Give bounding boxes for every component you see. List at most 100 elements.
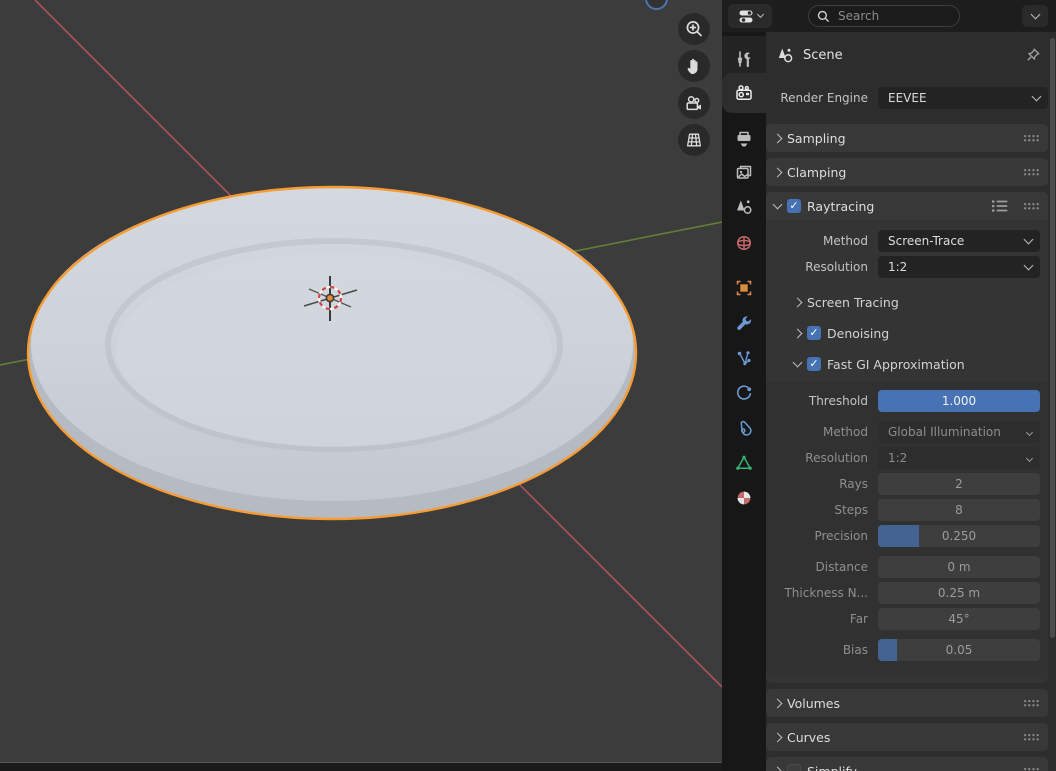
rays-row: Rays 2 bbox=[766, 473, 1040, 495]
panel-simplify: Simplify bbox=[766, 757, 1048, 771]
clamping-panel-header[interactable]: Clamping bbox=[766, 158, 1048, 186]
tab-modifier-properties[interactable] bbox=[722, 308, 766, 338]
viewport-gizmo-buttons bbox=[678, 13, 710, 156]
tab-material-properties[interactable] bbox=[722, 483, 766, 513]
camera-view-button[interactable] bbox=[678, 87, 710, 119]
constraint-properties-icon bbox=[734, 418, 754, 438]
method-row: Method Screen-Trace bbox=[766, 230, 1040, 252]
chevron-down-icon bbox=[1024, 261, 1034, 271]
volumes-panel-header[interactable]: Volumes bbox=[766, 689, 1048, 717]
pan-button[interactable] bbox=[678, 50, 710, 82]
tab-world-properties[interactable] bbox=[722, 228, 766, 258]
camera-view-icon bbox=[683, 92, 705, 114]
viewport-scene bbox=[0, 0, 722, 771]
fast-gi-checkbox[interactable]: ✓ bbox=[807, 357, 821, 371]
panel-raytracing: ✓ Raytracing bbox=[766, 192, 1048, 683]
panel-volumes: Volumes bbox=[766, 689, 1048, 717]
tab-object-properties[interactable] bbox=[722, 273, 766, 303]
sampling-panel-header[interactable]: Sampling bbox=[766, 124, 1048, 152]
simplify-checkbox[interactable] bbox=[787, 764, 801, 771]
properties-tab-strip bbox=[722, 32, 766, 771]
tab-output-properties[interactable] bbox=[722, 124, 766, 154]
tab-view-layer-properties[interactable] bbox=[722, 158, 766, 188]
raytracing-panel-body: Method Screen-Trace Resolution 1:2 bbox=[766, 220, 1048, 683]
raytracing-checkbox[interactable]: ✓ bbox=[787, 199, 801, 213]
tab-scene-properties[interactable] bbox=[722, 192, 766, 222]
simplify-panel-header[interactable]: Simplify bbox=[766, 757, 1048, 771]
panel-list: Sampling Clamping bbox=[766, 124, 1056, 771]
object-data-properties-icon bbox=[734, 453, 754, 473]
denoising-subpanel-header[interactable]: ✓ Denoising bbox=[766, 321, 1048, 345]
grid-ortho-icon bbox=[683, 129, 705, 151]
properties-scrollbar[interactable] bbox=[1050, 38, 1055, 638]
particle-properties-icon bbox=[734, 348, 754, 368]
chevron-right-icon bbox=[773, 698, 783, 708]
properties-content: Scene Render Engine EEVEE bbox=[766, 32, 1056, 771]
chevron-down-icon bbox=[793, 358, 803, 368]
render-engine-row: Render Engine EEVEE bbox=[766, 86, 1048, 110]
rays-field[interactable]: 2 bbox=[878, 473, 1040, 495]
chevron-down-icon bbox=[773, 200, 783, 210]
plate-object[interactable] bbox=[28, 187, 636, 519]
chevron-right-icon bbox=[773, 732, 783, 742]
gi-method-row: Method Global Illumination bbox=[766, 421, 1040, 443]
drag-handle-icon[interactable] bbox=[1023, 202, 1040, 211]
tab-tool-properties[interactable] bbox=[722, 44, 766, 74]
gi-method-select[interactable]: Global Illumination bbox=[878, 421, 1040, 443]
chevron-right-icon bbox=[773, 133, 783, 143]
gi-resolution-select[interactable]: 1:2 bbox=[878, 447, 1040, 469]
bias-slider[interactable]: 0.05 bbox=[878, 639, 1040, 661]
distance-field[interactable]: 0 m bbox=[878, 556, 1040, 578]
render-properties-icon bbox=[734, 83, 754, 103]
editor-divider[interactable] bbox=[0, 762, 722, 771]
render-engine-label: Render Engine bbox=[766, 91, 878, 105]
3d-viewport[interactable] bbox=[0, 0, 722, 771]
drag-handle-icon[interactable] bbox=[1023, 699, 1040, 708]
fast-gi-subpanel-header[interactable]: ✓ Fast GI Approximation bbox=[766, 352, 1048, 376]
drag-handle-icon[interactable] bbox=[1023, 168, 1040, 177]
chevron-down-icon bbox=[756, 11, 763, 18]
chevron-down-icon bbox=[1024, 235, 1034, 245]
denoising-checkbox[interactable]: ✓ bbox=[807, 326, 821, 340]
toggle-ortho-button[interactable] bbox=[678, 124, 710, 156]
search-input[interactable] bbox=[836, 8, 951, 24]
panel-sampling: Sampling bbox=[766, 124, 1048, 152]
render-engine-select[interactable]: EEVEE bbox=[878, 87, 1048, 109]
far-row: Far 45° bbox=[766, 608, 1040, 630]
thickness-row: Thickness N... 0.25 m bbox=[766, 582, 1040, 604]
precision-slider[interactable]: 0.250 bbox=[878, 525, 1040, 547]
pin-icon[interactable] bbox=[1024, 46, 1042, 64]
threshold-slider[interactable]: 1.000 bbox=[878, 390, 1040, 412]
tab-constraint-properties[interactable] bbox=[722, 413, 766, 443]
tab-particle-properties[interactable] bbox=[722, 343, 766, 373]
drag-handle-icon[interactable] bbox=[1023, 767, 1040, 771]
editor-type-button[interactable] bbox=[728, 4, 772, 28]
editor-options-button[interactable] bbox=[1022, 5, 1048, 27]
chevron-right-icon bbox=[773, 766, 783, 771]
thickness-field[interactable]: 0.25 m bbox=[878, 582, 1040, 604]
search-field[interactable] bbox=[808, 5, 960, 27]
panel-clamping: Clamping bbox=[766, 158, 1048, 186]
far-field[interactable]: 45° bbox=[878, 608, 1040, 630]
search-icon bbox=[817, 10, 830, 23]
curves-panel-header[interactable]: Curves bbox=[766, 723, 1048, 751]
chevron-right-icon bbox=[793, 297, 803, 307]
chevron-down-icon bbox=[1032, 92, 1042, 102]
distance-row: Distance 0 m bbox=[766, 556, 1040, 578]
zoom-button[interactable] bbox=[678, 13, 710, 45]
screen-tracing-subpanel-header[interactable]: Screen Tracing bbox=[766, 290, 1048, 314]
raytracing-panel-header[interactable]: ✓ Raytracing bbox=[766, 192, 1048, 220]
tab-render-properties[interactable] bbox=[722, 73, 766, 113]
tab-physics-properties[interactable] bbox=[722, 378, 766, 408]
presets-list-icon[interactable] bbox=[991, 199, 1009, 213]
raytracing-resolution-select[interactable]: 1:2 bbox=[878, 256, 1040, 278]
steps-field[interactable]: 8 bbox=[878, 499, 1040, 521]
tab-object-data-properties[interactable] bbox=[722, 448, 766, 478]
object-properties-icon bbox=[734, 278, 754, 298]
drag-handle-icon[interactable] bbox=[1023, 134, 1040, 143]
raytracing-method-select[interactable]: Screen-Trace bbox=[878, 230, 1040, 252]
scene-breadcrumb-label[interactable]: Scene bbox=[803, 48, 843, 63]
drag-handle-icon[interactable] bbox=[1023, 733, 1040, 742]
panel-curves: Curves bbox=[766, 723, 1048, 751]
physics-properties-icon bbox=[734, 383, 754, 403]
